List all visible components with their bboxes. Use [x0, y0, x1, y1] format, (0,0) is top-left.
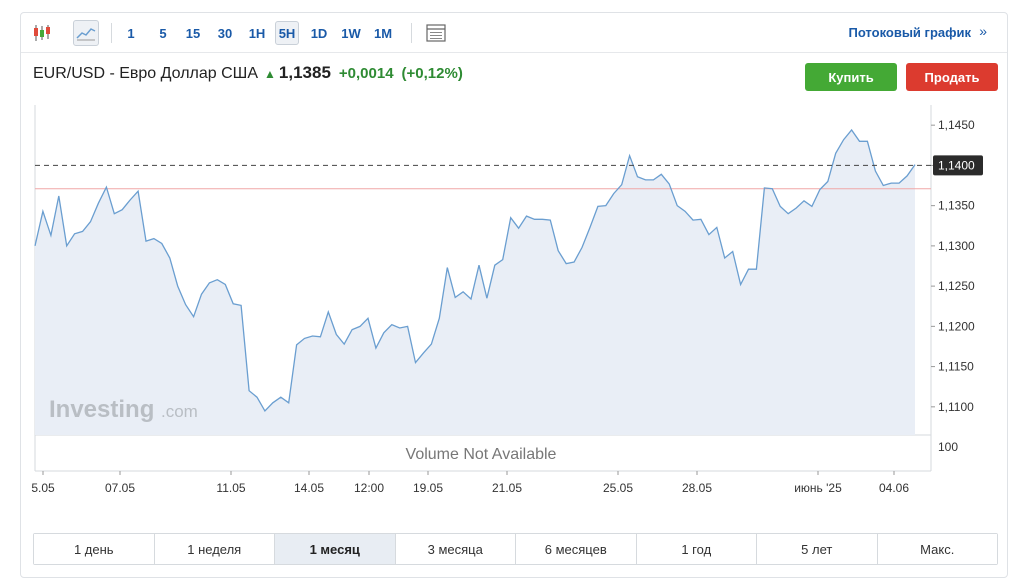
y-tick-label: 1,1100 — [938, 400, 974, 414]
volume-tick-label: 100 — [938, 440, 958, 454]
x-tick-label: 14.05 — [294, 481, 324, 495]
range-button-6[interactable]: 5 лет — [757, 534, 878, 564]
range-button-4[interactable]: 6 месяцев — [516, 534, 637, 564]
x-tick-label: 11.05 — [216, 481, 245, 495]
investing-watermark: Investing — [49, 396, 154, 423]
price-chart[interactable]: 1,1450 1,1400 1,1350 1,1300 1,1250 1,1200 1,11… — [21, 13, 1007, 525]
range-button-0[interactable]: 1 день — [34, 534, 155, 564]
chart-widget: 1 5 15 30 1H 5H 1D 1W 1M Потоковый график » EUR/… — [20, 12, 1008, 578]
range-button-2[interactable]: 1 месяц — [275, 534, 396, 564]
volume-not-available-label: Volume Not Available — [406, 446, 557, 463]
y-tick-label: 1,1250 — [938, 279, 975, 293]
y-tick-label: 1,1450 — [938, 118, 975, 132]
range-button-3[interactable]: 3 месяца — [395, 534, 516, 564]
investing-watermark-suffix: .com — [161, 402, 198, 421]
x-tick-label: 07.05 — [105, 481, 135, 495]
x-tick-label: 28.05 — [682, 481, 712, 495]
x-tick-label: 21.05 — [492, 481, 522, 495]
range-selector: 1 день 1 неделя 1 месяц 3 месяца 6 месяцев 1 … — [33, 533, 998, 565]
current-price-label: 1,1400 — [938, 158, 975, 172]
y-tick-label: 1,1300 — [938, 239, 975, 253]
range-button-5[interactable]: 1 год — [636, 534, 757, 564]
range-button-7[interactable]: Макс. — [877, 534, 997, 564]
x-tick-label: 12:00 — [354, 481, 384, 495]
y-tick-label: 1,1200 — [938, 319, 975, 333]
x-tick-label: 04.06 — [879, 481, 909, 495]
range-button-1[interactable]: 1 неделя — [154, 534, 275, 564]
x-tick-label: 25.05 — [603, 481, 633, 495]
x-tick-label: 19.05 — [413, 481, 443, 495]
y-tick-label: 1,1350 — [938, 199, 975, 213]
y-tick-label: 1,1150 — [938, 360, 974, 374]
x-tick-label: 5.05 — [31, 481, 55, 495]
x-tick-label: июнь '25 — [794, 481, 842, 495]
